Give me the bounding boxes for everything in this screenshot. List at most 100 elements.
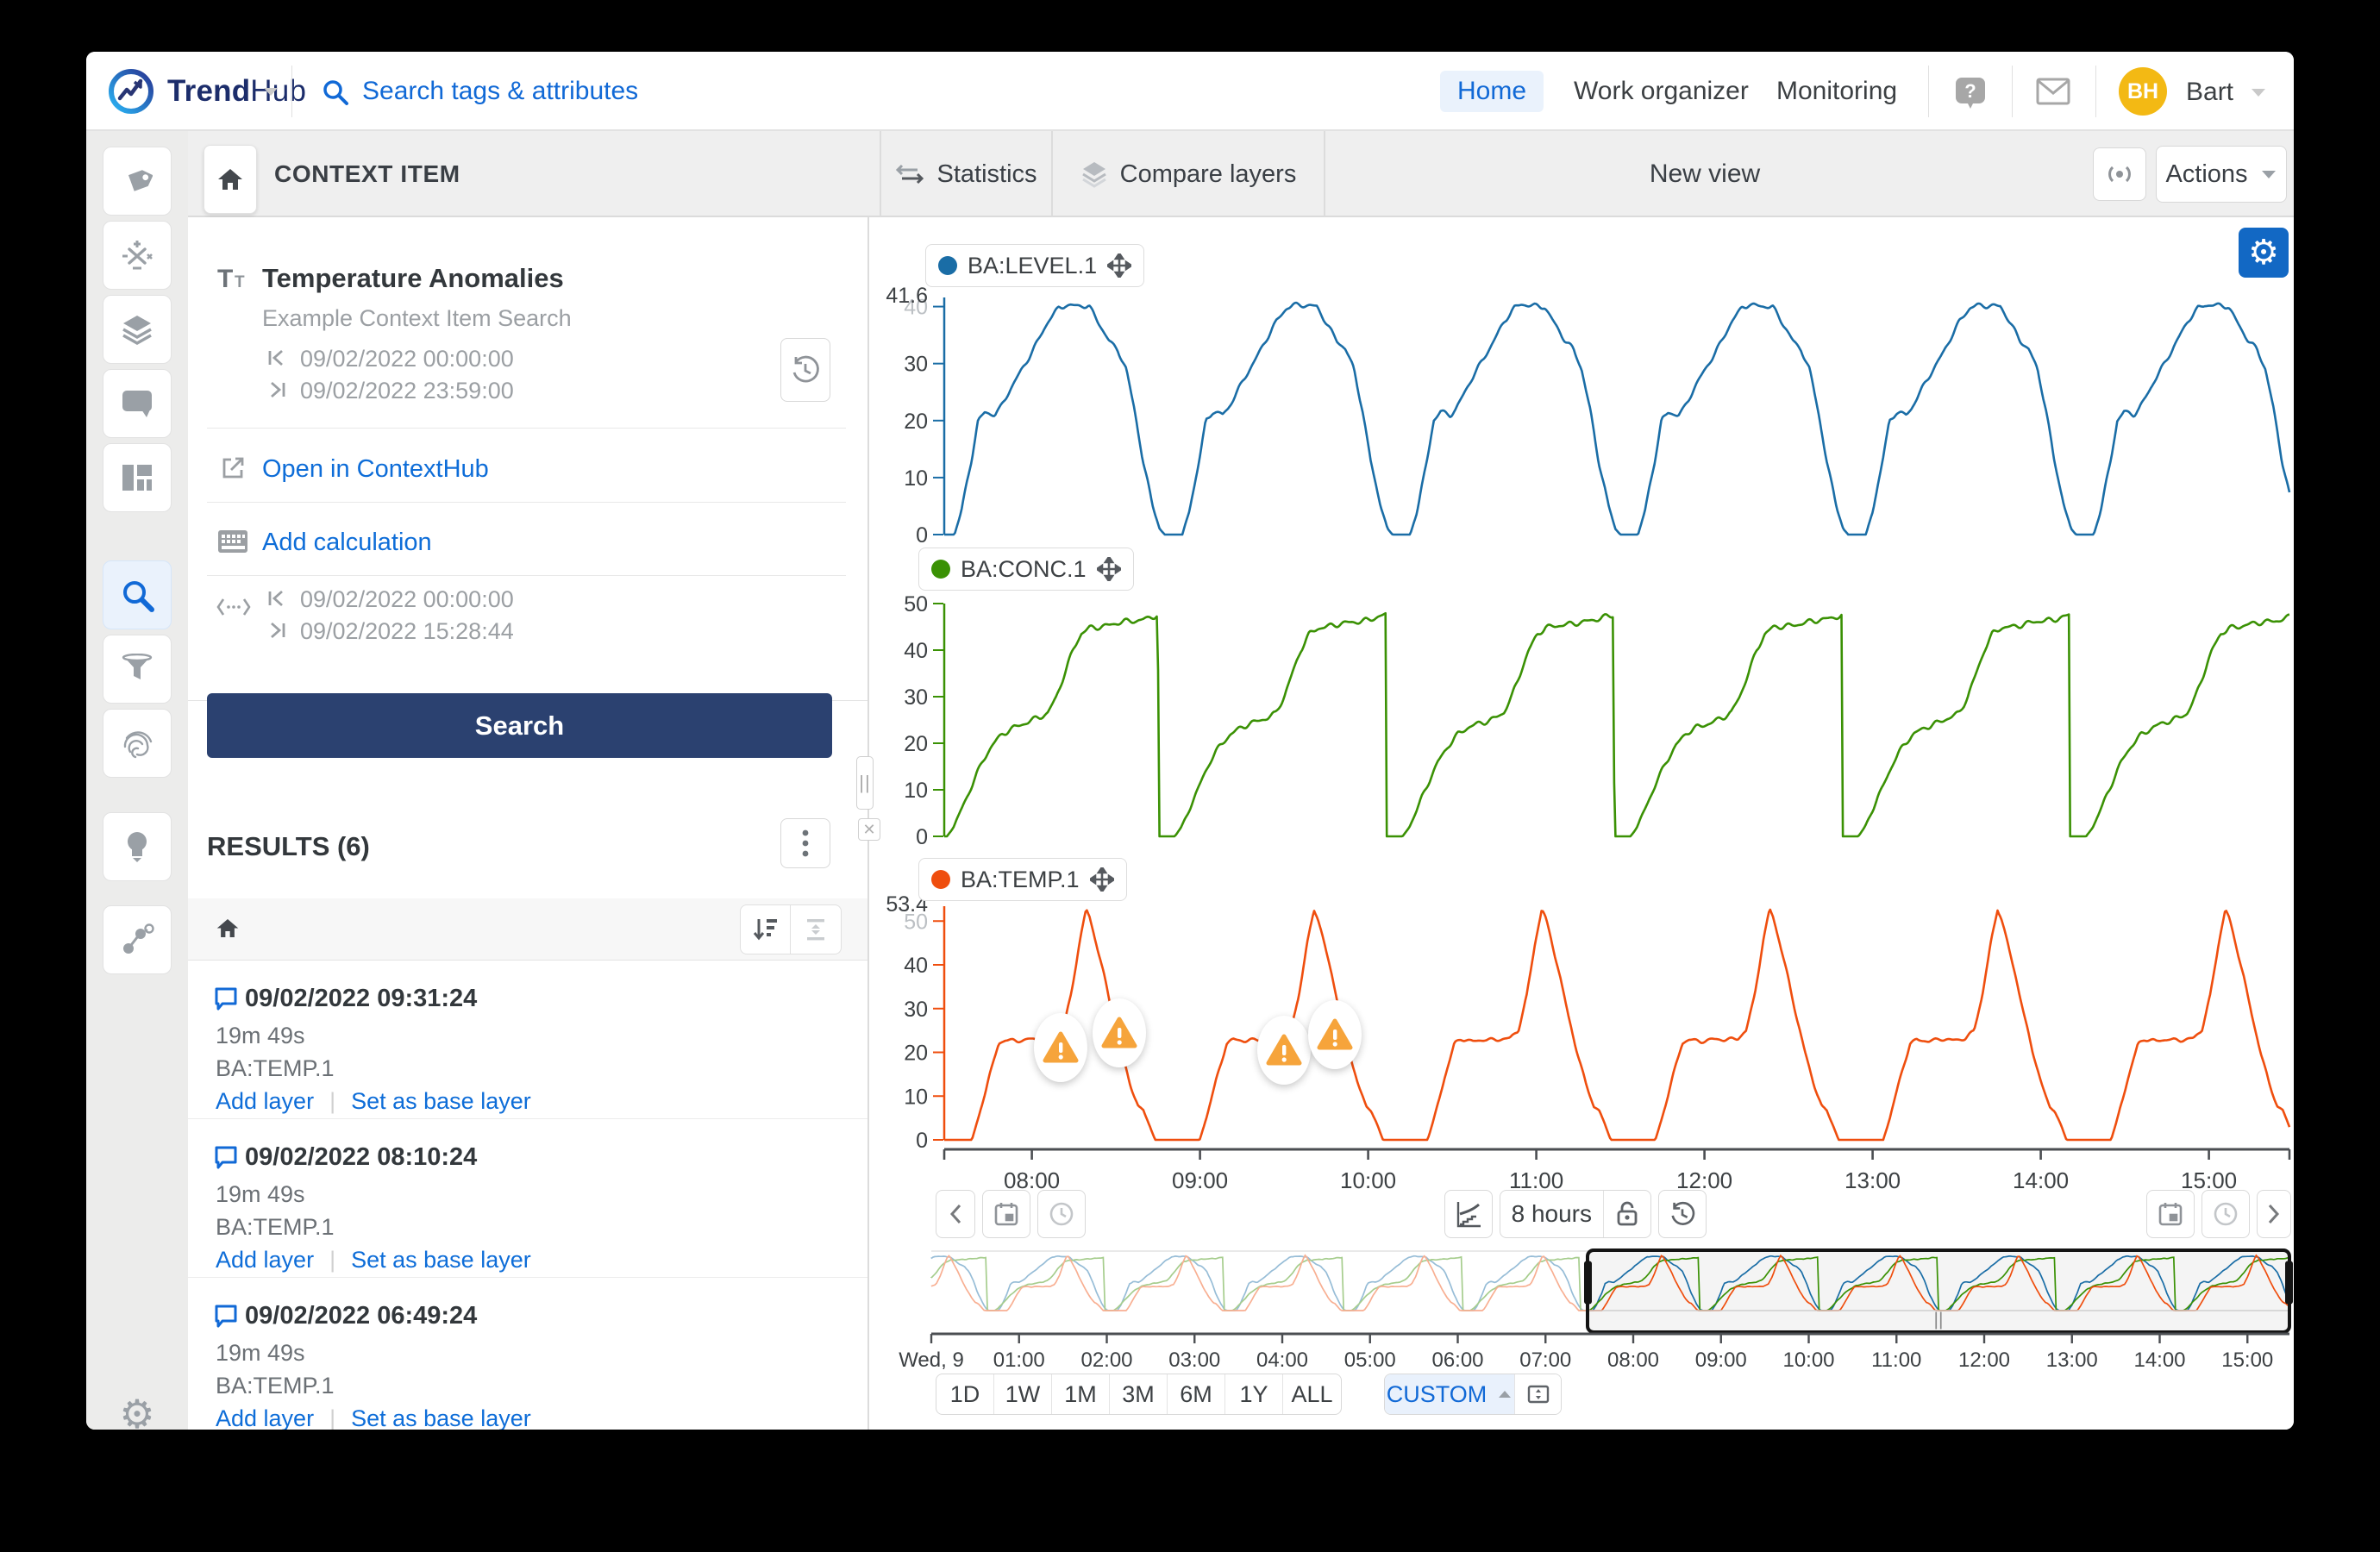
legend-chip-ba-conc-1[interactable]: BA:CONC.1 — [918, 548, 1134, 591]
broadcast-icon — [2104, 162, 2135, 186]
end-clock-button[interactable] — [2202, 1190, 2250, 1238]
chart-settings-button[interactable]: ⚙ — [2239, 228, 2289, 278]
search-icon — [120, 578, 154, 612]
minimap-tick-label: 11:00 — [1871, 1349, 1921, 1372]
add-layer-link[interactable]: Add layer — [216, 1088, 314, 1115]
monitoring-stairs-button[interactable] — [1444, 1190, 1493, 1238]
panel-close-button[interactable]: ✕ — [858, 818, 880, 841]
minimap-tick-label: 04:00 — [1256, 1349, 1308, 1372]
search-input[interactable] — [362, 72, 1138, 110]
sidebar-item-search[interactable] — [103, 560, 172, 629]
preset-1d[interactable]: 1D — [936, 1374, 994, 1414]
y-max-label: 41.6 — [886, 284, 928, 308]
duration-group: 8 hours — [1500, 1190, 1651, 1238]
add-calculation-link[interactable]: Add calculation — [262, 529, 432, 557]
set-base-layer-link[interactable]: Set as base layer — [351, 1088, 531, 1115]
sidebar-item-fingerprint[interactable] — [103, 709, 172, 778]
reset-time-button[interactable] — [1658, 1190, 1707, 1238]
preset-6m[interactable]: 6M — [1168, 1374, 1225, 1414]
sidebar-item-relations[interactable] — [103, 905, 172, 974]
collapse-rows-button[interactable] — [791, 905, 841, 954]
user-name[interactable]: Bart — [2186, 78, 2233, 107]
start-clock-button[interactable] — [1037, 1190, 1086, 1238]
chart-region: 01020304041.6010203040500102030405053.40… — [880, 217, 2294, 1430]
avatar[interactable]: BH — [2119, 67, 2167, 116]
network-nodes-icon — [120, 923, 154, 957]
results-menu-button[interactable] — [780, 818, 830, 868]
sidebar-item-filter[interactable] — [103, 635, 172, 704]
fit-range-button[interactable] — [1514, 1374, 1561, 1414]
duration-button[interactable]: 8 hours — [1500, 1191, 1603, 1237]
set-base-layer-link[interactable]: Set as base layer — [351, 1405, 531, 1430]
duration-lock-button[interactable] — [1603, 1191, 1650, 1237]
y-tick-label: 0 — [916, 825, 928, 849]
brush-handle-right[interactable] — [2285, 1261, 2293, 1305]
broadcast-button[interactable] — [2093, 147, 2146, 201]
preset-1m[interactable]: 1M — [1052, 1374, 1110, 1414]
warning-badge[interactable] — [1034, 1013, 1087, 1082]
tab-monitoring[interactable]: Monitoring — [1759, 71, 1914, 112]
sidebar-item-comments[interactable] — [103, 369, 172, 438]
set-base-layer-link[interactable]: Set as base layer — [351, 1247, 531, 1274]
add-layer-link[interactable]: Add layer — [216, 1405, 314, 1430]
panel-splitter-handle[interactable]: || — [856, 756, 874, 810]
divider — [207, 428, 846, 429]
preset-1y[interactable]: 1Y — [1225, 1374, 1283, 1414]
minimap-tick-label: 09:00 — [1695, 1349, 1747, 1372]
tab-home[interactable]: Home — [1440, 71, 1544, 112]
user-caret-icon[interactable] — [2249, 86, 2268, 103]
settings-button[interactable]: ⚙ — [103, 1380, 172, 1430]
move-icon[interactable] — [1097, 557, 1121, 581]
svg-text:?: ? — [1964, 80, 1976, 102]
nav-divider — [2012, 66, 2013, 117]
preset-1w[interactable]: 1W — [994, 1374, 1052, 1414]
preset-all[interactable]: ALL — [1283, 1374, 1341, 1414]
end-calendar-button[interactable] — [2146, 1190, 2195, 1238]
move-icon[interactable] — [1107, 253, 1131, 278]
warning-badge[interactable] — [1308, 1000, 1362, 1069]
fingerprint-icon — [120, 726, 154, 760]
legend-chip-ba-temp-1[interactable]: BA:TEMP.1 — [918, 858, 1127, 901]
sidebar-item-layers[interactable] — [103, 295, 172, 364]
result-item[interactable]: 09/02/2022 09:31:24 19m 49s BA:TEMP.1 Ad… — [188, 961, 869, 1119]
result-item[interactable]: 09/02/2022 06:49:24 19m 49s BA:TEMP.1 Ad… — [188, 1278, 869, 1430]
home-icon[interactable] — [216, 917, 240, 944]
custom-label: CUSTOM — [1387, 1381, 1488, 1408]
brand-caret-icon[interactable] — [260, 84, 281, 103]
brush-handle-left[interactable] — [1584, 1261, 1592, 1305]
history-button[interactable] — [780, 338, 830, 402]
start-calendar-button[interactable] — [982, 1190, 1030, 1238]
custom-range-button[interactable]: CUSTOM — [1385, 1374, 1514, 1414]
sidebar-item-dashboard[interactable] — [103, 443, 172, 512]
mail-icon[interactable] — [2035, 76, 2071, 111]
statistics-button[interactable]: Statistics — [880, 131, 1053, 217]
dashboard-icon — [121, 463, 153, 492]
tab-work-organizer[interactable]: Work organizer — [1556, 71, 1766, 112]
move-icon[interactable] — [1090, 867, 1114, 892]
sidebar-item-tags[interactable] — [103, 147, 172, 216]
open-in-contexthub-link[interactable]: Open in ContextHub — [262, 455, 489, 484]
warning-badge[interactable] — [1093, 998, 1146, 1067]
sidebar-item-recommendations[interactable] — [103, 812, 172, 881]
pan-right-button[interactable] — [2257, 1190, 2291, 1238]
trend-charts-canvas[interactable]: 01020304041.6010203040500102030405053.40… — [880, 217, 2294, 1430]
actions-button[interactable]: Actions — [2156, 146, 2287, 203]
preset-3m[interactable]: 3M — [1110, 1374, 1168, 1414]
result-item[interactable]: 09/02/2022 08:10:24 19m 49s BA:TEMP.1 Ad… — [188, 1119, 869, 1278]
sidebar-item-calculations[interactable] — [103, 221, 172, 290]
legend-chip-ba-level-1[interactable]: BA:LEVEL.1 — [925, 244, 1144, 287]
pan-left-button[interactable] — [936, 1190, 975, 1238]
minimap-tick-label: 06:00 — [1431, 1349, 1483, 1372]
app-window: TrendHub Home Work organizer Monitoring … — [86, 52, 2294, 1430]
result-title: 09/02/2022 08:10:24 — [245, 1143, 477, 1172]
warning-badge[interactable] — [1257, 1016, 1311, 1085]
comment-icon — [214, 1145, 238, 1173]
context-home-button[interactable] — [204, 145, 257, 214]
sort-descending-button[interactable] — [741, 905, 791, 954]
link-separator: | — [329, 1088, 335, 1115]
search-button[interactable]: Search — [207, 693, 832, 758]
compare-layers-button[interactable]: Compare layers — [1053, 131, 1325, 217]
help-icon[interactable]: ? — [1952, 74, 1989, 116]
skip-end-icon — [266, 379, 288, 405]
add-layer-link[interactable]: Add layer — [216, 1247, 314, 1274]
